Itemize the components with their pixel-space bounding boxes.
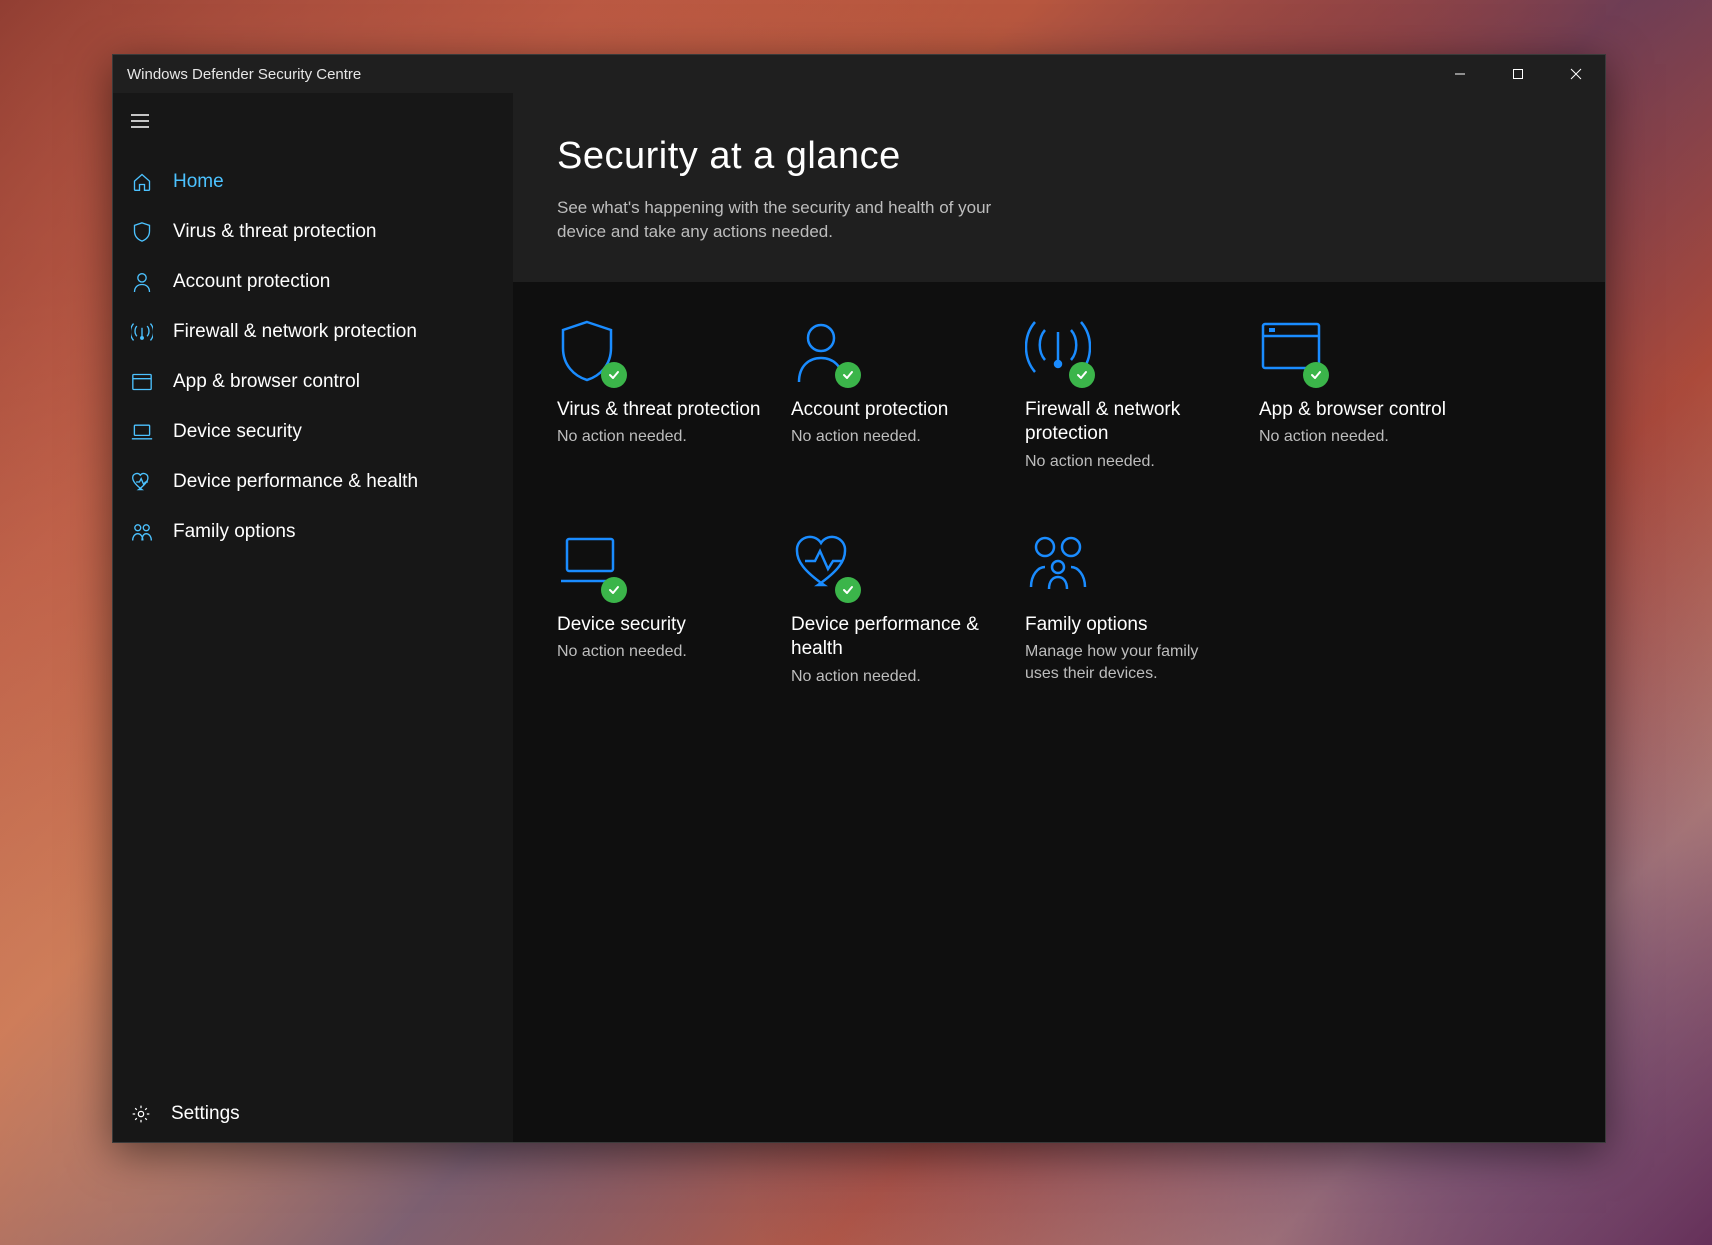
nav-toggle-button[interactable] [113,97,513,145]
sidebar-item-home[interactable]: Home [113,157,513,207]
sidebar-item-device[interactable]: Device security [113,407,513,457]
sidebar-item-health[interactable]: Device performance & health [113,457,513,507]
home-icon [131,172,153,192]
status-ok-badge [835,577,861,603]
hamburger-icon [131,114,149,128]
titlebar[interactable]: Windows Defender Security Centre [113,55,1605,93]
tiles-area: Virus & threat protection No action need… [513,282,1605,1142]
sidebar-item-settings[interactable]: Settings [113,1086,513,1142]
status-ok-badge [601,577,627,603]
caption-buttons [1431,55,1605,93]
tile-status: Manage how your family uses their device… [1025,641,1215,684]
sidebar-item-label: Device security [173,421,302,443]
status-ok-badge [601,362,627,388]
family-icon [1025,533,1091,599]
tile-title: Device security [557,613,767,638]
maximize-button[interactable] [1489,55,1547,93]
main-content: Security at a glance See what's happenin… [513,93,1605,1142]
sidebar-item-label: Home [173,171,224,193]
sidebar-item-appbrowser[interactable]: App & browser control [113,357,513,407]
tile-status: No action needed. [557,426,747,448]
app-window-icon [1259,318,1325,384]
network-icon [131,322,153,342]
gear-icon [131,1104,151,1124]
sidebar-item-label: Device performance & health [173,471,418,493]
sidebar-item-label: Virus & threat protection [173,221,376,243]
tile-status: No action needed. [557,641,747,663]
tile-family[interactable]: Family options Manage how your family us… [1025,533,1235,688]
tile-device[interactable]: Device security No action needed. [557,533,767,688]
page-title: Security at a glance [557,135,1605,178]
person-icon [131,271,153,293]
sidebar-item-account[interactable]: Account protection [113,257,513,307]
sidebar-item-label: Family options [173,521,296,543]
tile-title: Account protection [791,398,1001,423]
tile-title: Device performance & health [791,613,1001,662]
desktop-wallpaper: Windows Defender Security Centre [0,0,1712,1245]
network-icon [1025,318,1091,384]
tile-firewall[interactable]: Firewall & network protection No action … [1025,318,1235,473]
status-ok-badge [835,362,861,388]
sidebar-item-firewall[interactable]: Firewall & network protection [113,307,513,357]
minimize-button[interactable] [1431,55,1489,93]
close-icon [1570,68,1582,80]
tile-title: App & browser control [1259,398,1469,423]
status-ok-badge [1069,362,1095,388]
heart-health-icon [131,472,153,492]
status-ok-badge [1303,362,1329,388]
close-button[interactable] [1547,55,1605,93]
person-icon [791,318,857,384]
heart-health-icon [791,533,857,599]
tile-title: Family options [1025,613,1235,638]
family-icon [131,522,153,542]
tile-status: No action needed. [1025,451,1215,473]
tile-health[interactable]: Device performance & health No action ne… [791,533,1001,688]
laptop-icon [131,423,153,441]
laptop-icon [557,533,623,599]
shield-icon [131,221,153,243]
sidebar-item-label: App & browser control [173,371,360,393]
sidebar-item-label: Account protection [173,271,330,293]
sidebar-item-label: Settings [171,1103,240,1125]
shield-icon [557,318,623,384]
tile-status: No action needed. [1259,426,1449,448]
app-window-icon [131,373,153,391]
app-window: Windows Defender Security Centre [112,54,1606,1143]
tile-status: No action needed. [791,666,981,688]
page-header: Security at a glance See what's happenin… [513,93,1605,282]
tiles-grid: Virus & threat protection No action need… [557,318,1605,688]
sidebar-item-label: Firewall & network protection [173,321,417,343]
sidebar: Home Virus & threat protection Account p… [113,93,513,1142]
sidebar-item-virus[interactable]: Virus & threat protection [113,207,513,257]
page-subtitle: See what's happening with the security a… [557,196,1037,244]
tile-virus[interactable]: Virus & threat protection No action need… [557,318,767,473]
tile-appbrowser[interactable]: App & browser control No action needed. [1259,318,1469,473]
maximize-icon [1512,68,1524,80]
window-title: Windows Defender Security Centre [127,66,361,83]
nav-list: Home Virus & threat protection Account p… [113,157,513,557]
sidebar-item-family[interactable]: Family options [113,507,513,557]
tile-account[interactable]: Account protection No action needed. [791,318,1001,473]
tile-title: Firewall & network protection [1025,398,1235,447]
tile-title: Virus & threat protection [557,398,767,423]
minimize-icon [1454,68,1466,80]
tile-status: No action needed. [791,426,981,448]
